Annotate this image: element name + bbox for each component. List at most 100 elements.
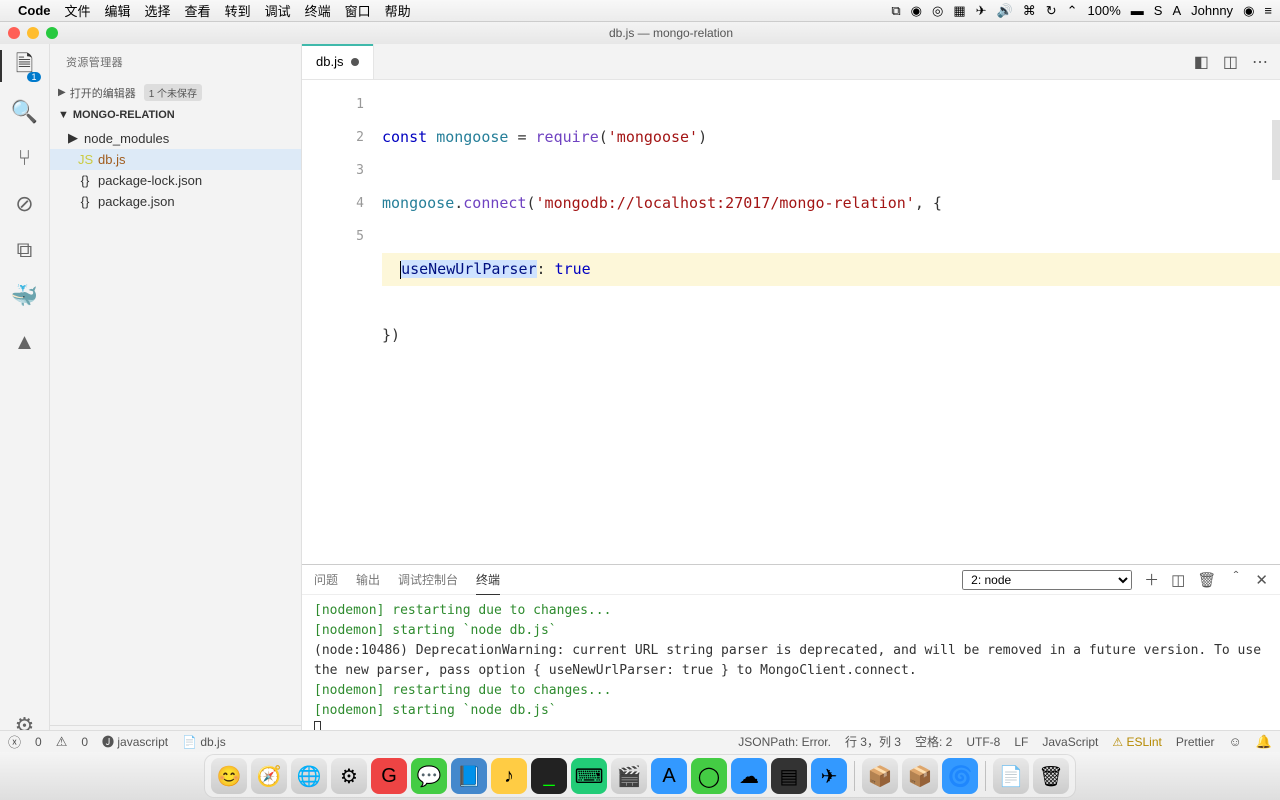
dock-app-icon[interactable]: 🌀 [942, 758, 978, 794]
code-content[interactable]: const mongoose = require('mongoose') mon… [382, 80, 1280, 564]
dock-chrome-icon[interactable]: 🌐 [291, 758, 327, 794]
code-editor[interactable]: 1 2 3 4 5 const mongoose = require('mong… [302, 80, 1280, 564]
maximize-panel-icon[interactable]: ＾ [1228, 569, 1243, 590]
status-lang-icon[interactable]: 🅙 javascript [102, 733, 168, 750]
dock-vscode-icon[interactable]: ⌨ [571, 758, 607, 794]
split-editor-icon[interactable]: ◫ [1223, 52, 1238, 72]
more-actions-icon[interactable]: ⋯ [1252, 52, 1268, 72]
telegram-tray-icon[interactable]: ✈ [976, 3, 987, 19]
menu-edit[interactable]: 编辑 [105, 1, 131, 20]
extensions-icon[interactable]: ⧉ [11, 236, 39, 264]
azure-icon[interactable]: ▲ [11, 328, 39, 356]
debug-icon[interactable]: ⊘ [11, 190, 39, 218]
tray-icon[interactable]: ⧉ [891, 3, 900, 19]
menu-go[interactable]: 转到 [225, 1, 251, 20]
battery-icon[interactable]: ▬ [1131, 3, 1144, 18]
dock-trash-icon[interactable]: 🗑 [1033, 758, 1069, 794]
menu-window[interactable]: 窗口 [345, 1, 371, 20]
kill-terminal-icon[interactable]: 🗑 [1197, 571, 1216, 589]
tray-icon[interactable]: ▦ [953, 3, 965, 19]
maximize-window-button[interactable] [46, 27, 58, 39]
minimap[interactable] [1272, 120, 1280, 180]
status-file[interactable]: 📄 db.js [182, 735, 226, 749]
status-prettier[interactable]: Prettier [1176, 735, 1215, 749]
editor-tabs: db.js ◧ ◫ ⋯ [302, 44, 1280, 80]
clock-icon[interactable]: ↻ [1046, 3, 1057, 19]
close-window-button[interactable] [8, 27, 20, 39]
notification-center-icon[interactable]: ≡ [1264, 3, 1272, 18]
error-count[interactable]: 0 [35, 735, 42, 749]
terminal-output[interactable]: [nodemon] restarting due to changes... [… [302, 595, 1280, 752]
feedback-icon[interactable]: ☺ [1229, 734, 1242, 749]
dock-settings-icon[interactable]: ⚙ [331, 758, 367, 794]
warning-count[interactable]: 0 [81, 735, 88, 749]
folder-node-modules[interactable]: ▶node_modules [50, 127, 301, 149]
file-package-json[interactable]: {}package.json [50, 191, 301, 212]
dock-app-icon[interactable]: 📘 [451, 758, 487, 794]
window-titlebar: db.js — mongo-relation [0, 22, 1280, 44]
dock-app-icon[interactable]: ✈ [811, 758, 847, 794]
dock-downloads-icon[interactable]: 📄 [993, 758, 1029, 794]
dock-terminal-icon[interactable]: _ [531, 758, 567, 794]
source-control-icon[interactable]: ⑂ [11, 144, 39, 172]
status-indent[interactable]: 空格: 2 [915, 733, 952, 750]
tray-icon[interactable]: S [1154, 3, 1163, 18]
status-eol[interactable]: LF [1014, 735, 1028, 749]
file-db-js[interactable]: JSdb.js [50, 149, 301, 170]
open-editors-section[interactable]: ▶ 打开的编辑器 1 个未保存 [50, 80, 301, 105]
dock-finder-icon[interactable]: 😊 [211, 758, 247, 794]
panel-tab-output[interactable]: 输出 [356, 571, 380, 588]
project-header[interactable]: ▼ MONGO-RELATION [50, 105, 301, 125]
bluetooth-icon[interactable]: ⌘ [1023, 3, 1036, 19]
wifi-icon[interactable]: ⌃ [1067, 3, 1078, 19]
menu-help[interactable]: 帮助 [385, 1, 411, 20]
panel-tab-debug-console[interactable]: 调试控制台 [398, 571, 458, 588]
close-panel-icon[interactable]: ✕ [1255, 571, 1268, 589]
wechat-tray-icon[interactable]: ◉ [911, 3, 922, 19]
compare-changes-icon[interactable]: ◧ [1194, 52, 1209, 72]
user-name[interactable]: Johnny [1191, 3, 1233, 18]
dock-wechat-icon[interactable]: 💬 [411, 758, 447, 794]
input-source-icon[interactable]: A [1172, 3, 1181, 18]
battery-text[interactable]: 100% [1088, 3, 1121, 18]
panel-tab-problems[interactable]: 问题 [314, 571, 338, 588]
panel-tab-terminal[interactable]: 终端 [476, 571, 500, 595]
menu-file[interactable]: 文件 [65, 1, 91, 20]
dock-appstore-icon[interactable]: A [651, 758, 687, 794]
dock-app-icon[interactable]: ◯ [691, 758, 727, 794]
status-language[interactable]: JavaScript [1042, 735, 1098, 749]
menu-debug[interactable]: 调试 [265, 1, 291, 20]
docker-icon[interactable]: 🐳 [11, 282, 39, 310]
line-gutter: 1 2 3 4 5 [302, 80, 382, 564]
explorer-icon[interactable]: 🗎1 [11, 52, 39, 80]
menu-view[interactable]: 查看 [185, 1, 211, 20]
status-eslint[interactable]: ⚠ ESLint [1112, 735, 1161, 749]
tab-db-js[interactable]: db.js [302, 44, 374, 79]
minimize-window-button[interactable] [27, 27, 39, 39]
new-terminal-icon[interactable]: ＋ [1144, 569, 1159, 590]
search-icon[interactable]: 🔍 [11, 98, 39, 126]
status-encoding[interactable]: UTF-8 [966, 735, 1000, 749]
dock-app-icon[interactable]: ☁ [731, 758, 767, 794]
dock-app-icon[interactable]: 📦 [862, 758, 898, 794]
dock-app-icon[interactable]: 📦 [902, 758, 938, 794]
file-package-lock[interactable]: {}package-lock.json [50, 170, 301, 191]
app-name[interactable]: Code [18, 3, 51, 18]
volume-icon[interactable]: 🔊 [997, 3, 1013, 19]
terminal-select[interactable]: 2: node [962, 570, 1132, 590]
status-jsonpath[interactable]: JSONPath: Error. [738, 735, 831, 749]
dock-app-icon[interactable]: 🎬 [611, 758, 647, 794]
siri-icon[interactable]: ◉ [1243, 3, 1254, 19]
dock-safari-icon[interactable]: 🧭 [251, 758, 287, 794]
split-terminal-icon[interactable]: ◫ [1171, 571, 1185, 589]
dock-music-icon[interactable]: ♪ [491, 758, 527, 794]
bell-icon[interactable]: 🔔 [1256, 734, 1272, 750]
tray-icon[interactable]: ◎ [932, 3, 943, 19]
dock-app-icon[interactable]: G [371, 758, 407, 794]
menu-selection[interactable]: 选择 [145, 1, 171, 20]
error-icon[interactable]: ⓧ [8, 732, 21, 751]
warning-icon[interactable]: ⚠ [56, 734, 68, 750]
menu-terminal[interactable]: 终端 [305, 1, 331, 20]
status-cursor-position[interactable]: 行 3，列 3 [845, 733, 901, 750]
dock-app-icon[interactable]: ▤ [771, 758, 807, 794]
